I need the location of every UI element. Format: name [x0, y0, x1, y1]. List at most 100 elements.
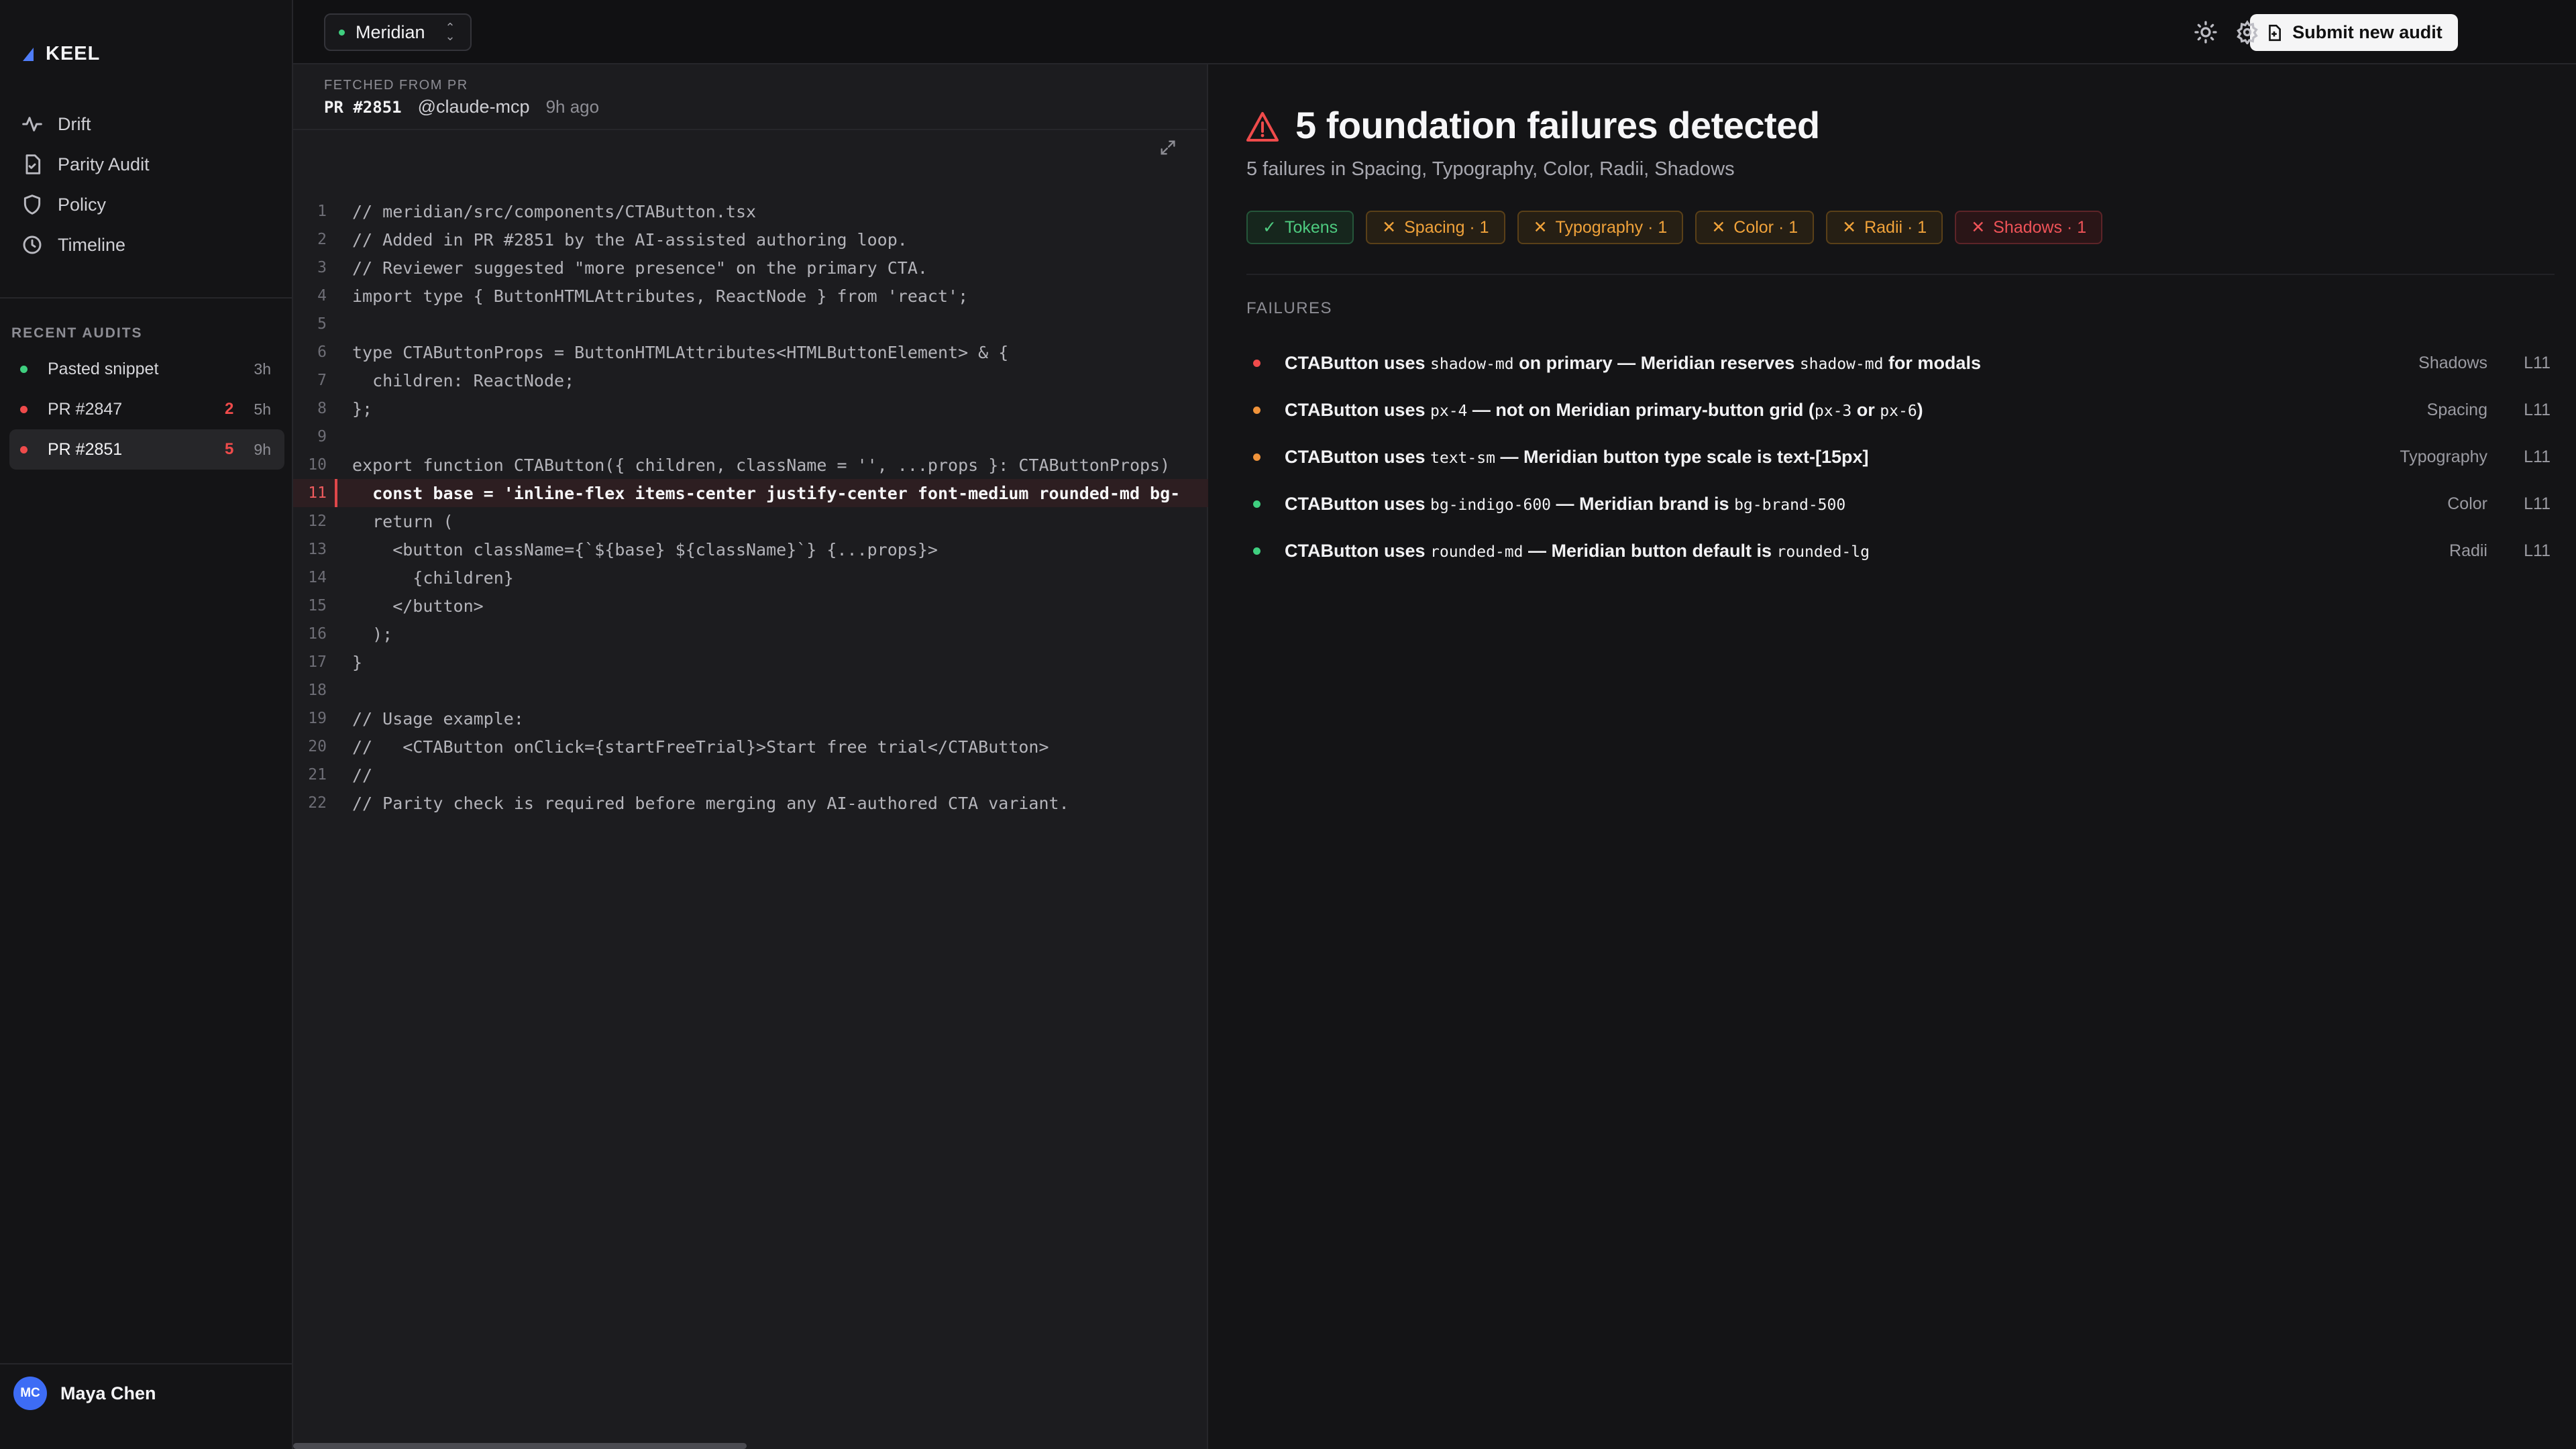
line-number: 6	[317, 343, 327, 361]
line-number: 17	[308, 653, 327, 671]
submit-label: Submit new audit	[2292, 22, 2443, 42]
project-status-dot	[339, 29, 345, 36]
sidebar-item-label: Drift	[58, 113, 91, 134]
warning-triangle-icon	[1246, 111, 1279, 142]
line-number: 14	[308, 569, 327, 586]
code-line: 2 // Added in PR #2851 by the AI-assisted…	[293, 225, 1208, 254]
status-dot	[20, 405, 28, 413]
source-origin-label: FETCHED FROM PR	[324, 78, 468, 93]
message-text: — Meridian button default is	[1523, 540, 1777, 561]
sidebar-item-label: Timeline	[58, 234, 126, 255]
pr-number[interactable]: PR #2851	[324, 98, 402, 117]
failure-line-ref[interactable]: L11	[2487, 400, 2555, 420]
results-pane: 5 foundation failures detected 5 failure…	[1208, 64, 2576, 1449]
sidebar-item-parity-audit[interactable]: Parity Audit	[19, 144, 282, 184]
code-text: const base = 'inline-flex items-center j…	[352, 483, 1181, 503]
line-number: 18	[308, 682, 327, 699]
severity-dot	[1253, 500, 1260, 508]
chip-color[interactable]: ✕ Color · 1	[1695, 211, 1815, 244]
chip-label: Spacing · 1	[1404, 217, 1489, 237]
check-icon: ✓	[1263, 218, 1277, 237]
failure-line-ref[interactable]: L11	[2487, 354, 2555, 373]
line-number: 20	[308, 738, 327, 755]
chip-radii[interactable]: ✕ Radii · 1	[1826, 211, 1943, 244]
code-line: 13 <button className={`${base} ${classNa…	[293, 535, 1208, 564]
recent-audit-name: Pasted snippet	[48, 359, 159, 378]
chip-typography[interactable]: ✕ Typography · 1	[1517, 211, 1684, 244]
line-number: 4	[317, 287, 327, 305]
failure-row[interactable]: CTAButton uses shadow-md on primary — Me…	[1246, 339, 2555, 386]
recent-audit-age: 9h	[254, 440, 271, 458]
line-number: 15	[308, 597, 327, 614]
shield-icon	[23, 195, 41, 215]
code-viewer[interactable]: 1 // meridian/src/components/CTAButton.ts…	[293, 197, 1208, 817]
failure-category: Spacing	[2426, 400, 2487, 419]
sun-icon	[2194, 21, 2217, 44]
recent-audit-item-active[interactable]: PR #2851 5 9h	[9, 429, 284, 470]
failure-row[interactable]: CTAButton uses bg-indigo-600 — Meridian …	[1246, 480, 2555, 527]
user-profile[interactable]: MC Maya Chen	[13, 1377, 156, 1410]
sidebar-item-timeline[interactable]: Timeline	[19, 225, 282, 265]
failure-row[interactable]: CTAButton uses px-4 — not on Meridian pr…	[1246, 386, 2555, 433]
token-code: px-6	[1880, 402, 1917, 420]
project-selector[interactable]: Meridian ⌃ ⌄	[324, 13, 472, 51]
sidebar-item-drift[interactable]: Drift	[19, 104, 282, 144]
section-divider	[1246, 274, 2555, 275]
horizontal-scrollbar[interactable]	[293, 1443, 747, 1449]
chevron-updown-icon: ⌃ ⌄	[445, 21, 455, 43]
theme-toggle-button[interactable]	[2194, 20, 2218, 44]
failure-row[interactable]: CTAButton uses rounded-md — Meridian but…	[1246, 527, 2555, 574]
code-line: 20 // <CTAButton onClick={startFreeTrial}…	[293, 733, 1208, 761]
expand-icon	[1161, 140, 1175, 155]
message-text: CTAButton uses	[1285, 352, 1430, 373]
submit-new-audit-button[interactable]: Submit new audit	[2250, 14, 2458, 51]
recent-audit-item[interactable]: PR #2847 2 5h	[9, 389, 284, 429]
code-text: // Parity check is required before mergi…	[352, 793, 1069, 813]
line-number: 8	[317, 400, 327, 417]
message-text: CTAButton uses	[1285, 399, 1430, 420]
x-icon: ✕	[1842, 218, 1857, 237]
line-number: 10	[308, 456, 327, 474]
code-text: children: ReactNode;	[352, 370, 575, 390]
code-line: 10 export function CTAButton({ children, …	[293, 451, 1208, 479]
expand-button[interactable]	[1159, 138, 1177, 157]
sidebar-item-label: Parity Audit	[58, 154, 150, 174]
avatar: MC	[13, 1377, 47, 1410]
failure-message: CTAButton uses text-sm — Meridian button…	[1285, 447, 2286, 468]
source-header: FETCHED FROM PR PR #2851 @claude-mcp 9h …	[293, 64, 1208, 130]
chip-label: Typography · 1	[1555, 217, 1668, 237]
message-text: — Meridian button type scale is text-[15…	[1495, 446, 1869, 467]
recent-audit-item[interactable]: Pasted snippet 3h	[9, 349, 284, 389]
code-line: 6 type CTAButtonProps = ButtonHTMLAttribu…	[293, 338, 1208, 366]
message-text: for modals	[1883, 352, 1981, 373]
app-logo[interactable]: KEEL	[23, 43, 100, 65]
code-line: 5	[293, 310, 1208, 338]
x-icon: ✕	[1711, 218, 1726, 237]
failure-category: Radii	[2449, 541, 2487, 560]
recent-audit-age: 3h	[254, 360, 271, 378]
chip-spacing[interactable]: ✕ Spacing · 1	[1366, 211, 1505, 244]
token-code: shadow-md	[1799, 355, 1884, 373]
app-name: KEEL	[46, 43, 101, 64]
settings-button[interactable]	[2235, 20, 2259, 46]
severity-dot	[1253, 359, 1260, 367]
code-text: }	[352, 652, 363, 672]
chip-label: Tokens	[1284, 217, 1338, 237]
token-code: px-3	[1814, 402, 1852, 420]
failure-line-ref[interactable]: L11	[2487, 447, 2555, 467]
code-text: import type { ButtonHTMLAttributes, Reac…	[352, 286, 969, 306]
line-number: 22	[308, 794, 327, 812]
line-number: 5	[317, 315, 327, 333]
sidebar-item-policy[interactable]: Policy	[19, 184, 282, 225]
failure-line-ref[interactable]: L11	[2487, 541, 2555, 561]
failure-message: CTAButton uses px-4 — not on Meridian pr…	[1285, 400, 2286, 421]
chip-label: Shadows · 1	[1993, 217, 2087, 237]
failure-line-ref[interactable]: L11	[2487, 494, 2555, 514]
chip-tokens[interactable]: ✓ Tokens	[1246, 211, 1354, 244]
severity-dot	[1253, 547, 1260, 555]
failure-row[interactable]: CTAButton uses text-sm — Meridian button…	[1246, 433, 2555, 480]
status-dot	[20, 445, 28, 453]
chip-shadows[interactable]: ✕ Shadows · 1	[1955, 211, 2103, 244]
code-line: 12 return (	[293, 507, 1208, 535]
code-text: {children}	[352, 568, 514, 588]
